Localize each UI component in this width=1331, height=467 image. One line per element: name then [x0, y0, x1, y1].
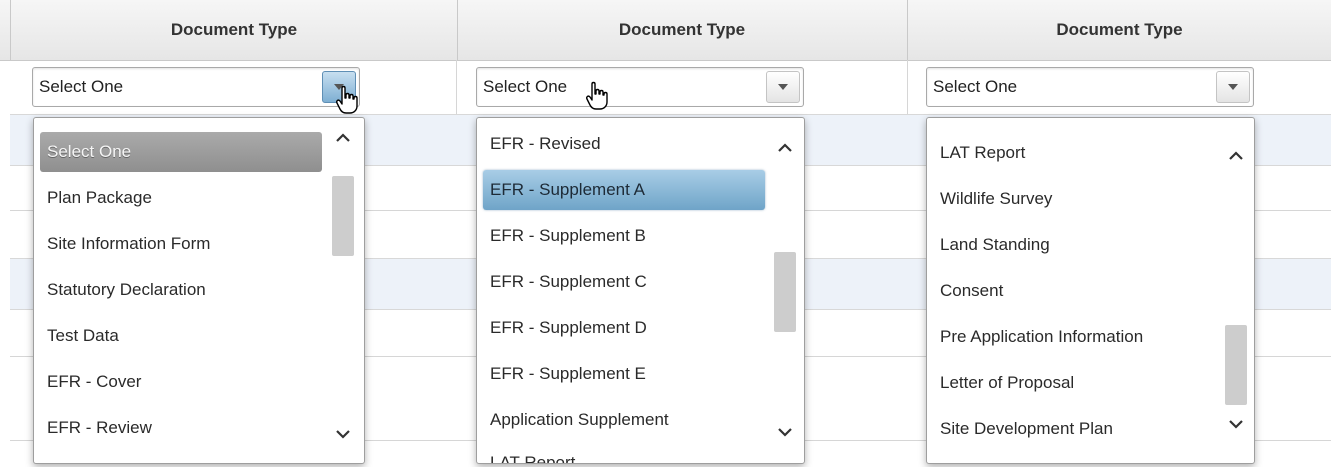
scrollbar-thumb[interactable]: [332, 176, 354, 256]
dropdown-option[interactable]: Consent: [933, 271, 1223, 311]
dropdown-option[interactable]: Test Data: [40, 316, 322, 356]
dropdown-option[interactable]: Pre Application Information: [933, 317, 1223, 357]
dropdown-option[interactable]: EFR - Cover: [40, 362, 322, 402]
dropdown-option[interactable]: Site Information Form: [40, 224, 322, 264]
chevron-down-icon[interactable]: [333, 424, 353, 444]
scrollbar-thumb[interactable]: [774, 252, 796, 332]
dropdown-option[interactable]: Select One: [40, 132, 322, 172]
dropdown-option[interactable]: LAT Report: [483, 443, 765, 463]
dropdown-option[interactable]: EFR - Supplement E: [483, 354, 765, 394]
caret-down-icon: [1228, 84, 1238, 90]
dropdown-list-2[interactable]: EFR - Revised EFR - Supplement A EFR - S…: [476, 117, 805, 464]
select-value: Select One: [933, 77, 1018, 96]
chevron-up-icon[interactable]: [1226, 146, 1246, 166]
dropdown-option[interactable]: Application Supplement: [483, 400, 765, 440]
document-type-select-1[interactable]: Select One: [32, 67, 360, 107]
hand-pointer-icon: [334, 84, 362, 116]
chevron-up-icon[interactable]: [775, 138, 795, 158]
dropdown-scrollbar[interactable]: [772, 124, 798, 456]
column-divider: [907, 60, 908, 114]
column-header-document-type-3: Document Type: [1056, 20, 1183, 39]
chevron-up-icon[interactable]: [333, 128, 353, 148]
dropdown-list-1[interactable]: Select One Plan Package Site Information…: [33, 117, 365, 464]
hand-pointer-icon: [584, 80, 612, 112]
caret-down-icon: [778, 84, 788, 90]
dropdown-option[interactable]: Plan Package: [40, 178, 322, 218]
chevron-down-icon[interactable]: [775, 422, 795, 442]
dropdown-scrollbar[interactable]: [330, 124, 356, 456]
dropdown-option[interactable]: EFR - Supplement A: [483, 170, 765, 210]
dropdown-option[interactable]: EFR - Review: [40, 408, 322, 448]
dropdown-option[interactable]: Wildlife Survey: [933, 179, 1223, 219]
document-type-select-2[interactable]: Select One: [476, 67, 804, 107]
dropdown-option[interactable]: EFR - Supplement B: [483, 216, 765, 256]
dropdown-option[interactable]: EFR - Supplement C: [483, 262, 765, 302]
dropdown-option[interactable]: Letter of Proposal: [933, 363, 1223, 403]
dropdown-option[interactable]: EFR - Revised: [483, 124, 765, 164]
chevron-down-icon[interactable]: [1226, 414, 1246, 434]
column-divider: [456, 60, 457, 114]
dropdown-option[interactable]: LAT Report: [933, 133, 1223, 173]
dropdown-scrollbar[interactable]: [1223, 124, 1249, 456]
dropdown-option[interactable]: Statutory Declaration: [40, 270, 322, 310]
document-type-select-3[interactable]: Select One: [926, 67, 1254, 107]
dropdown-option[interactable]: Land Standing: [933, 225, 1223, 265]
dropdown-list-3[interactable]: LAT Report Wildlife Survey Land Standing…: [926, 117, 1255, 464]
dropdown-option[interactable]: EFR - Supplement D: [483, 308, 765, 348]
dropdown-toggle-button[interactable]: [1216, 71, 1250, 103]
column-header-document-type-1: Document Type: [10, 0, 458, 60]
select-value: Select One: [483, 77, 568, 96]
column-header-document-type-2: Document Type: [457, 0, 908, 60]
dropdown-option[interactable]: Site Development Plan: [933, 409, 1223, 449]
select-value: Select One: [39, 77, 124, 96]
dropdown-toggle-button[interactable]: [766, 71, 800, 103]
scrollbar-thumb[interactable]: [1225, 325, 1247, 405]
table-header-row: Document Type Document Type Document Typ…: [0, 0, 1331, 61]
